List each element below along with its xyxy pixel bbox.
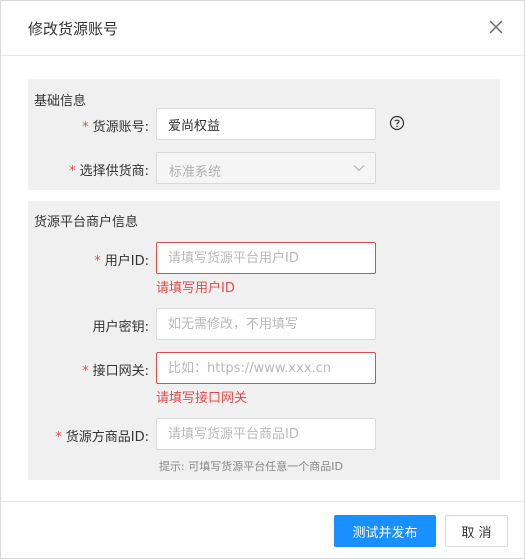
chevron-down-icon <box>353 165 365 172</box>
dialog-footer: 测试并发布 取 消 <box>1 501 524 559</box>
test-and-publish-button[interactable]: 测试并发布 <box>334 515 436 547</box>
product-id-label: * 货源方商品ID: <box>55 430 149 445</box>
user-id-error: 请填写用户ID <box>156 281 235 296</box>
close-icon[interactable] <box>487 18 505 36</box>
cancel-button[interactable]: 取 消 <box>445 515 508 547</box>
required-mark: * <box>69 164 76 179</box>
supplier-select-value: 标准系统 <box>169 165 222 180</box>
required-mark: * <box>55 430 62 445</box>
product-id-input[interactable] <box>156 418 376 450</box>
supplier-label: * 选择供货商: <box>69 164 149 179</box>
product-id-hint: 提示: 可填写货源平台任意一个商品ID <box>159 460 343 473</box>
merchant-info-title: 货源平台商户信息 <box>34 215 139 230</box>
account-label: * 货源账号: <box>82 120 149 135</box>
user-id-input[interactable] <box>156 242 376 274</box>
user-id-label: * 用户ID: <box>94 254 149 269</box>
user-key-label: 用户密钥: <box>92 320 149 335</box>
dialog-header: 修改货源账号 <box>1 1 524 56</box>
gateway-error: 请填写接口网关 <box>156 391 248 406</box>
supplier-select: 标准系统 <box>156 152 376 184</box>
account-input[interactable] <box>156 108 376 140</box>
edit-source-account-dialog: 修改货源账号 基础信息 *货源账号: *选择供货商: 标准系统 货源平台商户信息… <box>0 0 525 559</box>
dialog-title: 修改货源账号 <box>28 20 119 38</box>
user-key-input[interactable] <box>156 308 376 340</box>
required-mark: * <box>94 254 101 269</box>
question-circle-icon[interactable] <box>389 115 405 131</box>
gateway-label: * 接口网关: <box>82 364 149 379</box>
basic-info-title: 基础信息 <box>34 94 87 109</box>
gateway-input[interactable] <box>156 352 376 384</box>
required-mark: * <box>82 364 89 379</box>
required-mark: * <box>82 120 89 135</box>
